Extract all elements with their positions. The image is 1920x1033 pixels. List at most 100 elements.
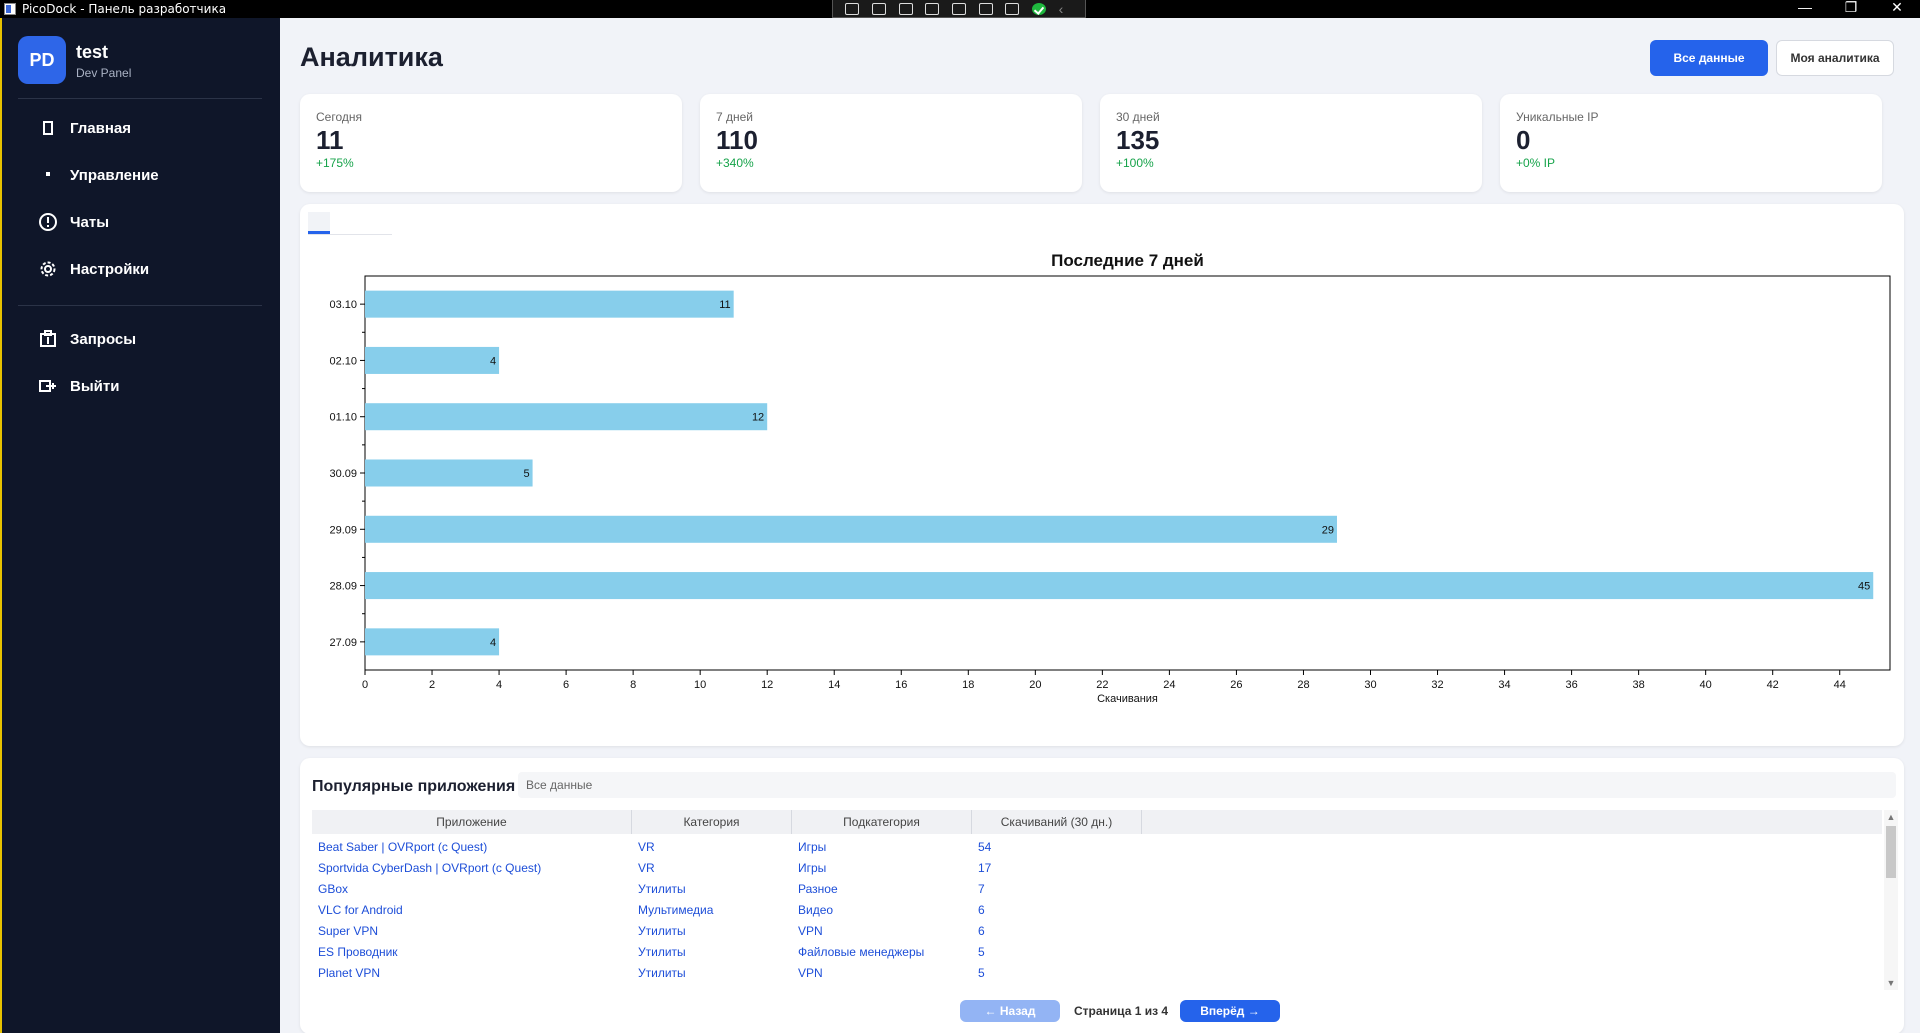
my-analytics-button[interactable]: Моя аналитика (1776, 40, 1894, 76)
bar (365, 515, 1337, 543)
chevron-left-icon[interactable]: ‹ (1059, 2, 1073, 16)
sidebar-divider (18, 98, 262, 99)
scroll-up-icon[interactable]: ▲ (1886, 812, 1896, 822)
connected-check-icon[interactable] (1031, 2, 1046, 15)
table-row[interactable]: VLC for Android Мультимедиа Видео 6 (312, 899, 1882, 920)
touch-icon[interactable] (951, 2, 966, 15)
x-tick-label: 14 (828, 679, 840, 691)
scrollbar-thumb[interactable] (1886, 826, 1896, 878)
chart-frame (364, 275, 1891, 671)
minimize-button[interactable]: — (1782, 0, 1828, 18)
bar (365, 572, 1874, 600)
x-tick-label: 4 (496, 679, 502, 691)
stat-value: 0 (1516, 125, 1531, 155)
logout-icon (38, 376, 58, 396)
accessibility-icon[interactable] (1005, 2, 1020, 15)
x-tick-label: 30 (1364, 679, 1376, 691)
stat-card-today: Сегодня 11 +175% (300, 94, 682, 192)
user-subtitle: Dev Panel (76, 66, 132, 80)
pointer-icon[interactable] (898, 2, 913, 15)
cell-downloads: 17 (978, 860, 992, 875)
table-row[interactable]: Super VPN Утилиты VPN 6 (312, 920, 1882, 941)
scroll-down-icon[interactable]: ▼ (1886, 978, 1896, 988)
table-row[interactable]: ByeByeDPIУтилитыVPN3 (312, 983, 1882, 984)
bar (365, 459, 533, 487)
cell-downloads: 7 (978, 881, 985, 896)
sidebar-item-logout[interactable]: Выйти (38, 372, 119, 400)
bar-value-label: 4 (490, 355, 496, 367)
y-tick-label: 03.10 (329, 299, 357, 311)
cell-subcategory: Игры (798, 860, 827, 875)
popular-apps-title: Популярные приложения (312, 778, 516, 795)
cell-app: Beat Saber | OVRport (с Quest) (318, 839, 488, 854)
all-data-button[interactable]: Все данные (1650, 40, 1768, 76)
x-tick-label: 16 (895, 679, 907, 691)
window-icon[interactable] (925, 2, 940, 15)
user-name: test (76, 42, 109, 62)
x-tick-label: 44 (1834, 679, 1846, 691)
stat-label: 7 дней (716, 110, 754, 124)
column-header-subcategory[interactable]: Подкатегория (792, 810, 972, 834)
sidebar-item-home[interactable]: Главная (38, 114, 131, 142)
sidebar-item-label: Настройки (70, 260, 150, 278)
remote-tool-icon[interactable] (845, 2, 860, 15)
x-tick-label: 8 (630, 679, 636, 691)
x-tick-label: 24 (1163, 679, 1175, 691)
cell-app: Super VPN (318, 923, 379, 938)
column-header-downloads[interactable]: Скачиваний (30 дн.) (972, 810, 1142, 834)
cell-category: Утилиты (638, 881, 686, 896)
cell-subcategory: Игры (798, 839, 827, 854)
sidebar-divider (18, 305, 262, 306)
chart-tab[interactable] (308, 212, 330, 234)
audio-icon[interactable] (978, 2, 993, 15)
close-button[interactable]: ✕ (1874, 0, 1920, 18)
chart-title: Последние 7 дней (1051, 251, 1204, 270)
table-row[interactable]: Sportvida CyberDash | OVRport (с Quest) V… (312, 857, 1882, 878)
cell-subcategory: Разное (798, 881, 838, 896)
x-tick-label: 0 (362, 679, 368, 691)
cell-app: Planet VPN (318, 965, 381, 980)
bar-value-label: 29 (1322, 524, 1334, 536)
maximize-button[interactable]: ❐ (1828, 0, 1874, 18)
x-tick-label: 2 (429, 679, 435, 691)
column-header-app[interactable]: Приложение (312, 810, 632, 834)
stat-card-30days: 30 дней 135 +100% (1100, 94, 1482, 192)
sidebar-item-settings[interactable]: Настройки (38, 255, 149, 283)
x-tick-label: 32 (1431, 679, 1443, 691)
stat-label: Уникальные IP (1516, 110, 1599, 124)
stat-card-7days: 7 дней 110 +340% (700, 94, 1082, 192)
x-tick-label: 22 (1096, 679, 1108, 691)
page-title: Аналитика (300, 42, 443, 72)
prev-page-button[interactable]: ← Назад (960, 1000, 1060, 1022)
table-row[interactable]: Planet VPN Утилиты VPN 5 (312, 962, 1882, 983)
cell-downloads: 6 (978, 923, 985, 938)
sidebar: PD test Dev Panel Главная Управление Чат… (2, 18, 280, 1033)
camera-icon[interactable] (871, 2, 886, 15)
bar-value-label: 45 (1858, 581, 1870, 593)
tab-underline (308, 234, 392, 235)
table-row[interactable]: Beat Saber | OVRport (с Quest) VR Игры 54 (312, 836, 1882, 857)
y-tick-label: 27.09 (329, 637, 357, 649)
table-row[interactable]: ES Проводник Утилиты Файловые менеджеры 5 (312, 941, 1882, 962)
column-header-category[interactable]: Категория (632, 810, 792, 834)
main-content: Аналитика Все данные Моя аналитика Сегод… (280, 18, 1920, 1033)
filter-bar[interactable]: Все данные (518, 772, 1896, 798)
cell-app: ES Проводник (318, 944, 398, 959)
stat-change: +340% (716, 156, 754, 170)
bar-value-label: 11 (719, 299, 730, 311)
sidebar-item-requests[interactable]: Запросы (38, 325, 136, 353)
x-axis-label: Скачивания (1097, 693, 1158, 705)
sidebar-item-chats[interactable]: Чаты (38, 208, 109, 236)
window-titlebar: PicoDock - Панель разработчика ‹ — ❐ ✕ (0, 0, 1920, 18)
sidebar-item-label: Чаты (70, 213, 110, 231)
stat-label: Сегодня (316, 110, 362, 124)
manage-icon (38, 165, 58, 185)
sidebar-item-manage[interactable]: Управление (38, 161, 159, 189)
cell-category: VR (638, 839, 655, 854)
next-page-button[interactable]: Вперёд → (1180, 1000, 1280, 1022)
table-row[interactable]: GBox Утилиты Разное 7 (312, 878, 1882, 899)
cell-app: Sportvida CyberDash | OVRport (с Quest) (318, 860, 542, 875)
sidebar-item-label: Выйти (70, 377, 120, 395)
cell-category: Утилиты (638, 944, 686, 959)
cell-subcategory: Видео (798, 902, 834, 917)
